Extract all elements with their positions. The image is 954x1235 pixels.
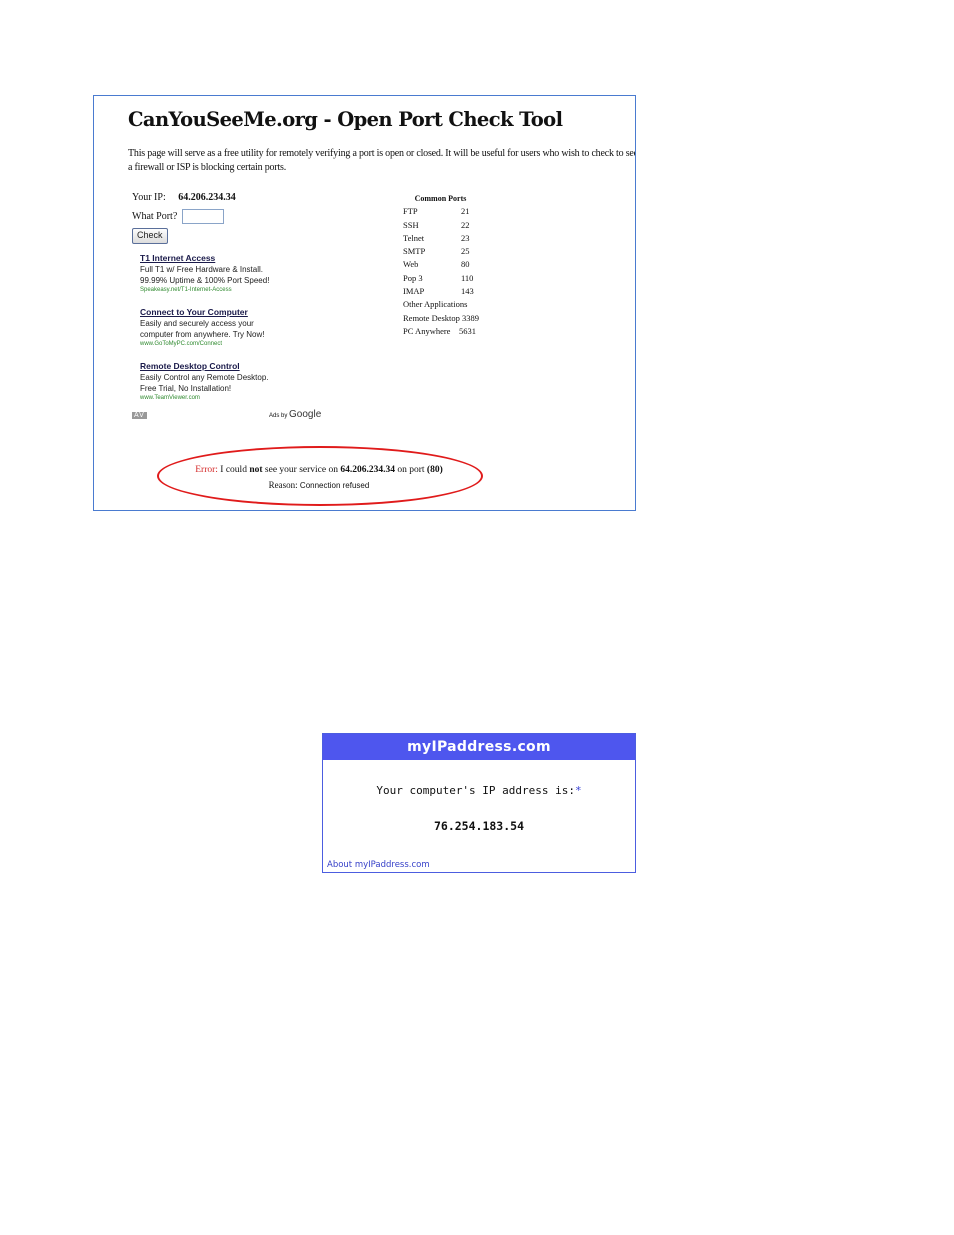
port-name: Remote Desktop	[403, 312, 460, 323]
port-input[interactable]	[181, 209, 224, 224]
ads-by-label: Ads by	[269, 413, 288, 419]
error-text: I could	[220, 465, 247, 475]
port-name: Telnet	[403, 232, 425, 243]
port-name: Pop 3	[403, 272, 423, 283]
ads-by-google[interactable]: Ads by Google	[269, 409, 321, 420]
ad-choice-icon[interactable]: AV	[132, 412, 147, 419]
intro-text: This page will serve as a free utility f…	[128, 147, 636, 174]
ip-label-text: Your computer's IP address is:	[376, 784, 576, 797]
port-row: Web 80	[403, 258, 479, 271]
ad-line: 99.99% Uptime & 100% Port Speed!	[140, 276, 270, 285]
port-number: 80	[461, 259, 470, 270]
ad-title-link[interactable]: Connect to Your Computer	[140, 307, 264, 318]
ad-block[interactable]: Connect to Your Computer Easily and secu…	[140, 307, 264, 348]
port-number: 3389	[462, 312, 480, 323]
common-ports-table: Common Ports FTP 21 SSH 22 Telnet 23 SMTP 25…	[403, 192, 479, 338]
reason-value: Connection refused	[299, 481, 370, 490]
ad-line: Free Trial, No Installation!	[140, 384, 232, 393]
check-button[interactable]: Check	[132, 228, 168, 244]
intro-line-2: a firewall or ISP is blocking certain po…	[128, 161, 287, 173]
ip-label: Your computer's IP address is:*	[323, 784, 635, 797]
port-name: FTP	[403, 206, 418, 217]
port-row: PC Anywhere 5631	[403, 325, 479, 338]
ad-line: Easily Control any Remote Desktop.	[140, 373, 269, 382]
reason-label: Reason:	[268, 480, 298, 490]
what-port-label: What Port?	[132, 210, 178, 222]
canyouseeme-screenshot: CanYouSeeMe.org - Open Port Check Tool T…	[93, 95, 636, 511]
ad-line: Easily and securely access your	[140, 319, 254, 328]
ad-url[interactable]: www.GoToMyPC.com/Connect	[140, 340, 264, 348]
port-row: FTP 21	[403, 205, 479, 218]
port-row: Telnet 23	[403, 232, 479, 245]
error-highlight-oval	[157, 446, 483, 506]
myipaddress-screenshot: myIPaddress.com Your computer's IP addre…	[322, 733, 636, 873]
error-port: (80)	[426, 465, 443, 475]
your-ip-value: 64.206.234.34	[178, 192, 236, 203]
ad-line: Full T1 w/ Free Hardware & Install.	[140, 265, 264, 274]
port-number: 25	[461, 246, 470, 257]
page-title: CanYouSeeMe.org - Open Port Check Tool	[128, 108, 563, 131]
ad-url[interactable]: Speakeasy.net/T1-Internet-Access	[140, 286, 269, 294]
ad-block[interactable]: T1 Internet Access Full T1 w/ Free Hardw…	[140, 253, 269, 294]
ip-address-value: 76.254.183.54	[433, 819, 524, 833]
ad-title-link[interactable]: Remote Desktop Control	[140, 361, 269, 372]
port-row: Pop 3 110	[403, 272, 479, 285]
port-row: Remote Desktop 3389	[403, 312, 479, 325]
port-name: Web	[403, 259, 419, 270]
ad-line: computer from anywhere. Try Now!	[140, 330, 265, 339]
other-apps-title: Other Applications	[403, 299, 468, 310]
google-logo: Google	[289, 409, 322, 420]
intro-line-1: This page will serve as a free utility f…	[128, 148, 636, 159]
port-number: 22	[461, 219, 470, 230]
ad-block[interactable]: Remote Desktop Control Easily Control an…	[140, 361, 269, 402]
port-name: SMTP	[403, 246, 426, 257]
port-number: 23	[461, 232, 470, 243]
ad-title-link[interactable]: T1 Internet Access	[140, 253, 269, 264]
port-row: SMTP 25	[403, 245, 479, 258]
error-text: see your service on	[264, 465, 338, 475]
port-row: IMAP 143	[403, 285, 479, 298]
footnote-star[interactable]: *	[575, 784, 582, 797]
your-ip-row: Your IP: 64.206.234.34	[132, 192, 236, 203]
error-text: on port	[397, 465, 425, 475]
what-port-row: What Port?	[132, 209, 224, 224]
port-number: 21	[461, 206, 470, 217]
port-number: 143	[461, 286, 474, 297]
site-header: myIPaddress.com	[323, 734, 635, 760]
port-name: SSH	[403, 219, 419, 230]
common-ports-title: Common Ports	[414, 194, 467, 203]
error-label: Error:	[195, 465, 218, 475]
port-number: 110	[461, 272, 474, 283]
port-name: PC Anywhere	[403, 325, 451, 336]
ad-url[interactable]: www.TeamViewer.com	[140, 394, 269, 402]
error-not: not	[249, 465, 263, 475]
about-link[interactable]: About myIPaddress.com	[327, 860, 430, 870]
error-reason: Reason: Connection refused	[94, 480, 544, 490]
error-message: Error: I could not see your service on 6…	[94, 465, 544, 475]
port-number: 5631	[458, 325, 476, 336]
port-row: SSH 22	[403, 219, 479, 232]
error-ip: 64.206.234.34	[340, 465, 395, 475]
your-ip-label: Your IP:	[132, 192, 166, 203]
port-name: IMAP	[403, 286, 425, 297]
